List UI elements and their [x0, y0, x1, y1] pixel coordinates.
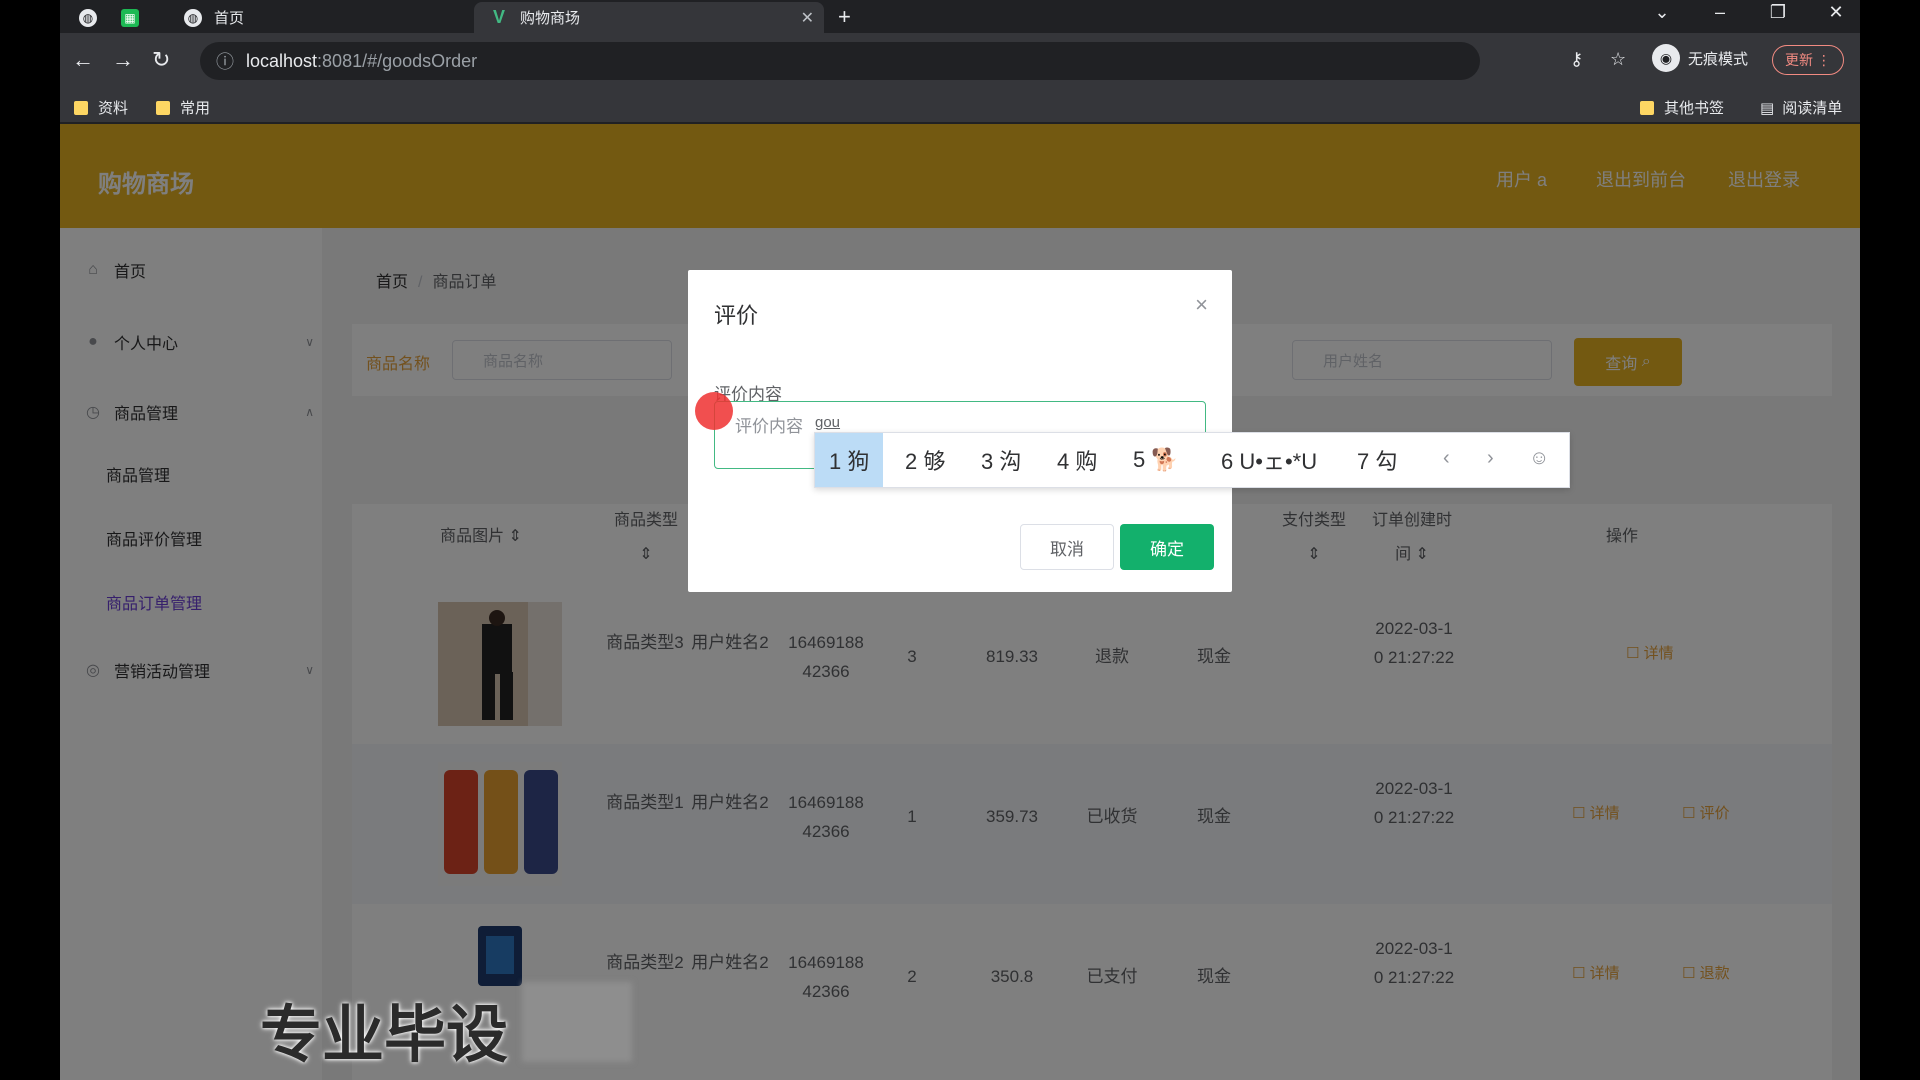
update-label: 更新 — [1785, 52, 1814, 68]
ime-candidate-bar: 1 狗 2 够 3 沟 4 购 5 🐕 6 U•ェ•*U 7 勾 ‹ › ☺ — [814, 432, 1570, 488]
incognito-icon: ◉ — [1652, 44, 1680, 72]
blurred-region — [522, 982, 632, 1062]
cancel-label: 取消 — [1050, 539, 1084, 559]
folder-icon — [156, 100, 170, 115]
close-icon[interactable]: × — [1195, 292, 1208, 318]
reload-icon[interactable]: ↻ — [152, 47, 170, 73]
ime-composition-text: gou — [815, 414, 841, 431]
forward-icon[interactable]: → — [112, 47, 134, 73]
minimize-button[interactable]: – — [1700, 2, 1740, 23]
reading-list-icon: ▤ — [1760, 99, 1775, 117]
tab-label: 购物商场 — [520, 10, 581, 27]
new-tab-button[interactable]: + — [838, 4, 851, 30]
bookmarks-bar: 资料 常用 其他书签 ▤ 阅读清单 — [60, 89, 1860, 123]
ime-candidate[interactable]: 3 沟 — [967, 433, 1035, 487]
sheet-icon: ▦ — [121, 8, 139, 27]
globe-icon: ◍ — [184, 8, 202, 27]
close-tab-icon[interactable]: ✕ — [801, 8, 814, 28]
browser-toolbar: ← → ↻ ⓘ localhost:8081/#/goodsOrder ⚷ ☆ … — [60, 33, 1860, 89]
tab-home[interactable]: ◍ 首页 ✕ — [170, 2, 520, 33]
ime-candidate[interactable]: 5 🐕 — [1119, 433, 1193, 487]
textarea-placeholder: 评价内容 — [735, 417, 803, 436]
bookmark-folder[interactable]: 资料 — [74, 97, 128, 118]
watermark-text: 专业毕设 — [260, 998, 509, 1071]
tab-label: 首页 — [214, 10, 245, 27]
pinned-tab-sheet[interactable]: ▦ — [112, 2, 148, 33]
ime-candidate[interactable]: 1 狗 — [815, 433, 884, 487]
globe-icon: ◍ — [79, 8, 97, 27]
back-icon[interactable]: ← — [72, 47, 94, 73]
bookmark-label: 阅读清单 — [1782, 100, 1843, 117]
bookmark-label: 其他书签 — [1664, 100, 1725, 117]
ime-candidate[interactable]: 2 够 — [891, 433, 959, 487]
ime-candidate[interactable]: 7 勾 — [1343, 433, 1411, 487]
address-bar[interactable]: ⓘ localhost:8081/#/goodsOrder — [200, 42, 1480, 80]
ime-candidate[interactable]: 4 购 — [1043, 433, 1111, 487]
confirm-button[interactable]: 确定 — [1120, 524, 1214, 570]
info-icon: ⓘ — [216, 52, 234, 72]
bookmark-star-icon[interactable]: ☆ — [1610, 49, 1626, 70]
bookmark-label: 常用 — [180, 100, 211, 117]
cancel-button[interactable]: 取消 — [1020, 524, 1114, 570]
emoji-icon[interactable]: ☺ — [1529, 447, 1549, 470]
click-indicator — [695, 392, 733, 430]
incognito-indicator[interactable]: ◉ 无痕模式 — [1652, 44, 1748, 72]
tab-strip: ◍ ▦ ◍ 首页 ✕ V 购物商场 ✕ + ⌄ – ❐ ✕ — [60, 0, 1860, 33]
confirm-label: 确定 — [1150, 539, 1184, 559]
bookmark-label: 资料 — [98, 100, 129, 117]
folder-icon — [74, 100, 88, 115]
bookmark-folder[interactable]: 常用 — [156, 97, 210, 118]
vue-icon: V — [492, 7, 505, 27]
ime-next-icon[interactable]: › — [1487, 447, 1494, 470]
modal-overlay[interactable] — [60, 124, 1860, 1080]
restore-button[interactable]: ❐ — [1758, 2, 1798, 23]
pinned-tab-globe[interactable]: ◍ — [70, 2, 106, 33]
reading-list[interactable]: ▤ 阅读清单 — [1760, 97, 1842, 118]
close-window-button[interactable]: ✕ — [1816, 2, 1856, 23]
update-button[interactable]: 更新 ⋮ — [1772, 45, 1844, 75]
dialog-title: 评价 — [714, 303, 759, 328]
page-viewport: 购物商场 用户 a 退出到前台 退出登录 ⌂首页 ●个人中心∨ ◷商品管理∧ 商… — [60, 124, 1860, 1080]
browser-window: ◍ ▦ ◍ 首页 ✕ V 购物商场 ✕ + ⌄ – ❐ ✕ ← → ↻ ⓘ lo… — [60, 0, 1860, 1080]
review-dialog: 评价 × 评价内容 评价内容 gou 取消 确定 — [688, 270, 1232, 592]
tab-search-icon[interactable]: ⌄ — [1642, 2, 1682, 23]
other-bookmarks[interactable]: 其他书签 — [1640, 97, 1724, 118]
folder-icon — [1640, 100, 1654, 115]
incognito-label: 无痕模式 — [1688, 50, 1749, 68]
key-icon[interactable]: ⚷ — [1570, 49, 1583, 70]
ime-prev-icon[interactable]: ‹ — [1443, 447, 1450, 470]
ime-candidate[interactable]: 6 U•ェ•*U — [1207, 433, 1331, 487]
url-host: localhost — [246, 50, 318, 71]
tab-shop[interactable]: V 购物商场 ✕ — [474, 2, 824, 33]
url-path: :8081/#/goodsOrder — [317, 50, 478, 71]
